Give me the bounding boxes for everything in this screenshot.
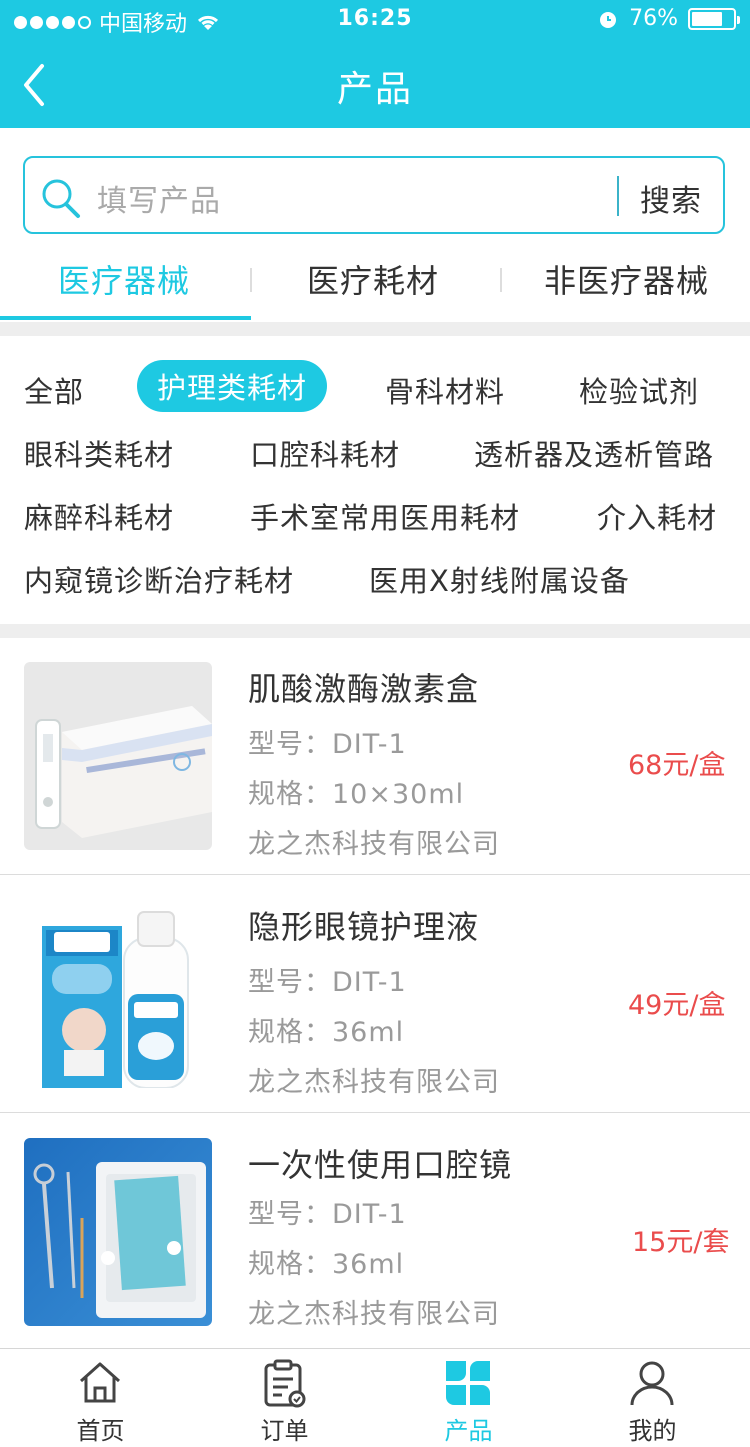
category-tag[interactable]: 内窥镜诊断治疗耗材: [24, 558, 294, 600]
tabbar-label: 我的: [628, 1417, 677, 1445]
subcategory-list: 全部 护理类耗材 骨科材料 检验试剂 眼科类耗材 口腔科耗材 透析器及透析管路 …: [0, 336, 750, 624]
product-name: 隐形眼镜护理液: [248, 908, 480, 946]
section-divider: [0, 322, 750, 336]
tabbar-item-orders[interactable]: 订单: [191, 1349, 378, 1447]
product-spec: 规格：36ml: [248, 1017, 405, 1048]
category-tag[interactable]: 检验试剂: [579, 369, 699, 411]
product-model: 型号：DIT-1: [248, 1199, 407, 1230]
product-model: 型号：DIT-1: [248, 967, 407, 998]
page-title: 产品: [336, 69, 413, 110]
profile-icon: [630, 1361, 674, 1406]
tab-medical-devices[interactable]: 医疗器械: [58, 256, 190, 302]
product-price: 68元/盒: [628, 750, 726, 781]
product-price: 49元/盒: [628, 990, 726, 1021]
product-company: 龙之杰科技有限公司: [248, 1299, 500, 1330]
tabbar-label: 订单: [260, 1417, 309, 1445]
category-tag[interactable]: 口腔科耗材: [250, 432, 400, 474]
category-tabs: 医疗器械 医疗耗材 非医疗器械: [0, 238, 750, 322]
product-model: 型号：DIT-1: [248, 729, 407, 760]
alarm-icon: [600, 11, 617, 28]
product-spec: 规格：10×30ml: [248, 779, 465, 810]
section-divider: [0, 624, 750, 638]
category-tag[interactable]: 全部: [24, 369, 84, 411]
category-tag[interactable]: 骨科材料: [385, 369, 505, 411]
search-input[interactable]: 填写产品: [97, 176, 221, 220]
tabbar-label: 首页: [76, 1417, 125, 1445]
product-name: 一次性使用口腔镜: [248, 1146, 513, 1184]
tabbar-item-profile[interactable]: 我的: [559, 1349, 746, 1447]
battery-percent: 76%: [629, 6, 678, 31]
tab-active-indicator: [0, 316, 251, 320]
tab-non-medical-devices[interactable]: 非医疗器械: [544, 256, 709, 302]
category-tag[interactable]: 眼科类耗材: [24, 432, 174, 474]
tabbar-item-home[interactable]: 首页: [7, 1349, 194, 1447]
battery-icon: [688, 7, 740, 30]
product-price: 15元/套: [632, 1227, 730, 1258]
app-header: 中国移动 16:25 76% 产品: [0, 0, 750, 128]
status-bar: 中国移动 16:25 76%: [0, 0, 750, 40]
product-image: [24, 1138, 212, 1326]
tabbar-label: 产品: [444, 1417, 493, 1445]
product-name: 肌酸激酶激素盒: [248, 670, 480, 708]
product-image: [24, 662, 212, 850]
category-tag-active[interactable]: 护理类耗材: [137, 360, 328, 412]
product-item[interactable]: 一次性使用口腔镜 型号：DIT-1 规格：36ml 龙之杰科技有限公司 15元/…: [0, 1114, 750, 1351]
home-icon: [79, 1362, 121, 1403]
product-company: 龙之杰科技有限公司: [248, 829, 500, 860]
category-tag[interactable]: 麻醉科耗材: [24, 495, 174, 537]
bottom-tab-bar: 首页 订单 产品 我的: [0, 1348, 750, 1447]
category-tag[interactable]: 介入耗材: [597, 495, 717, 537]
product-item[interactable]: 肌酸激酶激素盒 型号：DIT-1 规格：10×30ml 龙之杰科技有限公司 68…: [0, 638, 750, 875]
category-tag[interactable]: 透析器及透析管路: [474, 432, 714, 474]
product-icon: [446, 1361, 490, 1405]
product-spec: 规格：36ml: [248, 1249, 405, 1280]
search-icon: [42, 179, 80, 218]
search-divider: [617, 176, 619, 216]
tab-medical-consumables[interactable]: 医疗耗材: [307, 256, 439, 302]
product-image: [24, 900, 212, 1088]
order-icon: [264, 1359, 306, 1408]
category-tag[interactable]: 医用X射线附属设备: [369, 558, 630, 600]
product-item[interactable]: 隐形眼镜护理液 型号：DIT-1 规格：36ml 龙之杰科技有限公司 49元/盒: [0, 876, 750, 1113]
product-company: 龙之杰科技有限公司: [248, 1067, 500, 1098]
tab-divider: [500, 268, 502, 292]
search-box[interactable]: 填写产品 搜索: [23, 156, 725, 234]
category-tag[interactable]: 手术室常用医用耗材: [250, 495, 520, 537]
search-button[interactable]: 搜索: [640, 176, 702, 220]
tabbar-item-products[interactable]: 产品: [375, 1349, 562, 1447]
tab-divider: [250, 268, 252, 292]
